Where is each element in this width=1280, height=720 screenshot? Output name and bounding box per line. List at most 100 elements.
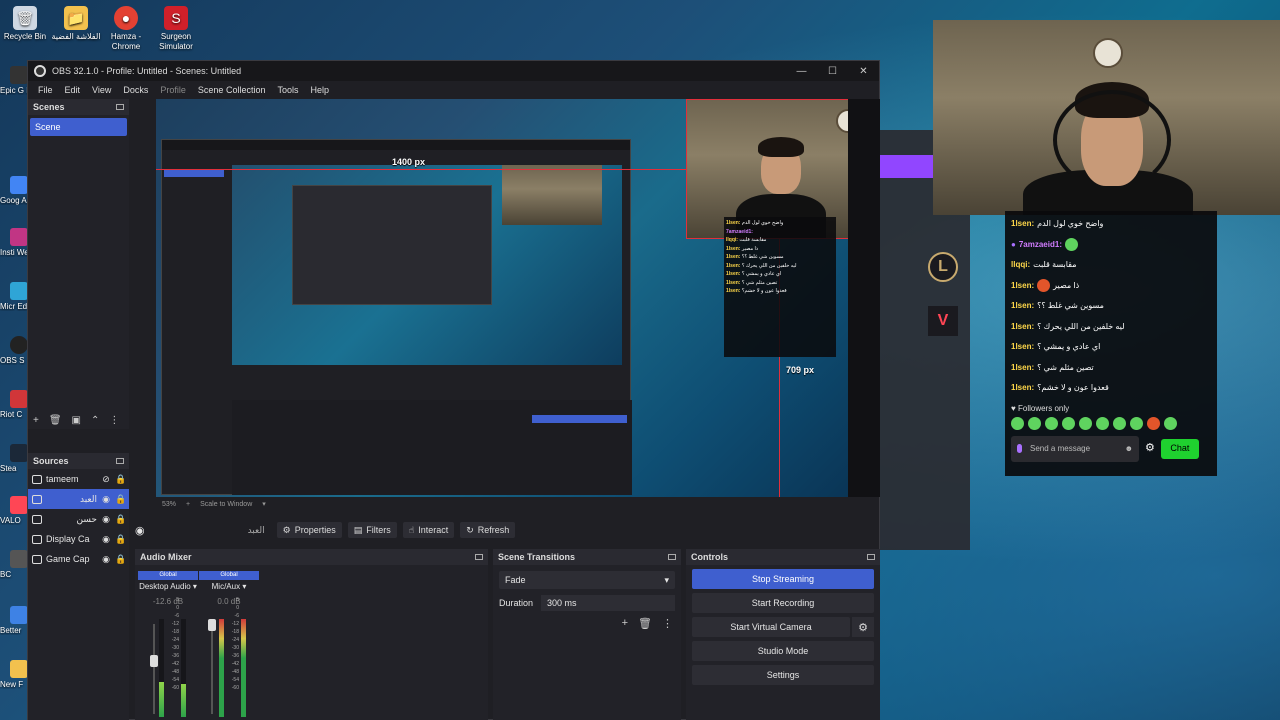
valorant-desktop-icon[interactable] <box>10 496 28 514</box>
desktop-icon-label: Insti Web <box>0 248 28 257</box>
tick: 5 <box>176 597 179 603</box>
zoom-in-icon[interactable]: + <box>186 501 190 508</box>
emote-icon[interactable] <box>1164 416 1177 430</box>
emote-icon[interactable] <box>1096 416 1109 430</box>
source-row[interactable]: العبد ◉ 🔒 <box>28 489 129 509</box>
studio-mode-button[interactable]: Studio Mode <box>692 641 874 661</box>
zoom-level[interactable]: 53% <box>162 501 176 508</box>
properties-button[interactable]: ⚙ Properties <box>276 522 342 538</box>
duration-input[interactable]: 300 ms <box>541 595 675 611</box>
menu-scene-collection[interactable]: Scene Collection <box>198 85 266 95</box>
menu-file[interactable]: File <box>38 85 53 95</box>
menu-view[interactable]: View <box>92 85 111 95</box>
eye-icon[interactable]: ◉ <box>101 514 111 525</box>
lock-icon[interactable]: 🔒 <box>115 474 126 485</box>
filter-icon[interactable]: ▣ <box>72 415 81 426</box>
emote-icon[interactable] <box>1045 416 1058 430</box>
level-meter <box>241 619 246 717</box>
volume-fader-desktop[interactable] <box>150 655 158 667</box>
transition-select[interactable]: Fade ▾ <box>499 571 675 589</box>
preview-area[interactable]: 1400 px 1lsen: واضح خوي لول الدم 7amzaei… <box>156 99 880 497</box>
channel-name[interactable]: Mic/Aux ▾ <box>199 582 259 591</box>
duration-value: 300 ms <box>547 598 577 608</box>
epic-games-icon[interactable] <box>10 66 28 84</box>
emote-icon[interactable] <box>1130 416 1143 430</box>
preview-canvas[interactable]: 1400 px 1lsen: واضح خوي لول الدم 7amzaei… <box>156 99 848 497</box>
lock-icon[interactable]: 🔒 <box>115 534 126 545</box>
filters-button[interactable]: ▤ Filters <box>347 522 397 538</box>
source-row[interactable]: tameem ⊘ 🔒 <box>28 469 129 489</box>
menu-docks[interactable]: Docks <box>123 85 148 95</box>
chat-text: ذا مصير <box>1053 280 1080 290</box>
minimize-icon[interactable]: — <box>786 66 817 77</box>
remove-scene-icon[interactable]: 🗑 <box>49 415 62 426</box>
fader-track[interactable] <box>211 624 213 714</box>
undock-icon[interactable] <box>116 104 124 110</box>
valorant-icon[interactable]: V <box>928 306 958 336</box>
move-up-icon[interactable]: ⌃ <box>91 415 99 426</box>
emoji-icon[interactable]: ☻ <box>1125 444 1133 453</box>
eye-icon[interactable]: ◉ <box>101 534 111 545</box>
add-icon[interactable]: + <box>622 617 628 630</box>
emote-icon[interactable] <box>1011 416 1024 430</box>
menu-help[interactable]: Help <box>310 85 329 95</box>
settings-button[interactable]: Settings <box>692 665 874 685</box>
steam-icon[interactable] <box>10 444 28 462</box>
nested-preview <box>232 165 622 365</box>
undock-icon[interactable] <box>867 554 875 560</box>
menu-profile[interactable]: Profile <box>160 85 186 95</box>
chevron-down-icon[interactable]: ▾ <box>262 500 266 508</box>
source-row[interactable]: Display Ca ◉ 🔒 <box>28 529 129 549</box>
better-discord-icon[interactable] <box>10 606 28 624</box>
source-row[interactable]: حسن ◉ 🔒 <box>28 509 129 529</box>
undock-icon[interactable] <box>668 554 676 560</box>
menu-edit[interactable]: Edit <box>65 85 81 95</box>
channel-name[interactable]: Desktop Audio ▾ <box>138 582 198 591</box>
obs-titlebar: OBS 32.1.0 - Profile: Untitled - Scenes:… <box>28 61 879 81</box>
obs-studio-icon[interactable] <box>10 336 28 354</box>
eye-icon[interactable]: ◉ <box>101 494 111 505</box>
gear-icon[interactable]: ⚙ <box>852 617 874 637</box>
volume-fader-mic[interactable] <box>208 619 216 631</box>
eye-icon[interactable]: ◉ <box>101 554 111 565</box>
desktop-icon-surgeon-simulator[interactable]: S Surgeon Simulator <box>146 6 206 52</box>
close-icon[interactable]: ✕ <box>848 66 879 77</box>
emote-icon[interactable] <box>1079 416 1092 430</box>
lock-icon[interactable]: 🔒 <box>115 554 126 565</box>
start-virtual-camera-button[interactable]: Start Virtual Camera <box>692 617 850 637</box>
maximize-icon[interactable]: ☐ <box>817 66 848 77</box>
menu-tools[interactable]: Tools <box>277 85 298 95</box>
stop-streaming-button[interactable]: Stop Streaming <box>692 569 874 589</box>
refresh-button[interactable]: ↻ Refresh <box>460 522 516 538</box>
chat-send-button[interactable]: Chat <box>1160 438 1199 459</box>
more-options-icon[interactable]: ⋮ <box>109 415 119 426</box>
chat-input[interactable]: Send a message ☻ <box>1011 435 1139 462</box>
emote-icon[interactable] <box>1113 416 1126 430</box>
add-scene-icon[interactable]: + <box>33 415 39 426</box>
league-of-legends-icon[interactable]: L <box>928 252 958 282</box>
emote-icon[interactable] <box>1062 416 1075 430</box>
interact-button[interactable]: ☝ Interact <box>402 522 455 538</box>
lock-icon[interactable]: 🔒 <box>115 514 126 525</box>
chat-text: ذا مصير <box>741 245 759 252</box>
fader-track[interactable] <box>153 624 155 714</box>
emote-icon[interactable] <box>1147 416 1160 430</box>
new-folder-icon[interactable] <box>10 660 28 678</box>
riot-client-icon[interactable] <box>10 390 28 408</box>
gear-icon[interactable]: ⚙ <box>1145 438 1155 459</box>
more-options-icon[interactable]: ⋮ <box>662 617 673 630</box>
google-assistant-icon[interactable] <box>10 176 28 194</box>
trash-icon[interactable]: 🗑 <box>638 617 652 630</box>
emote-icon[interactable] <box>1028 416 1041 430</box>
instagram-web-icon[interactable] <box>10 228 28 246</box>
source-row[interactable]: Game Cap ◉ 🔒 <box>28 549 129 569</box>
lock-icon[interactable]: 🔒 <box>115 494 126 505</box>
hidden-eye-icon[interactable]: ⊘ <box>101 474 111 485</box>
bc-icon[interactable] <box>10 550 28 568</box>
scene-item[interactable]: Scene <box>30 118 127 136</box>
start-recording-button[interactable]: Start Recording <box>692 593 874 613</box>
undock-icon[interactable] <box>116 458 124 464</box>
scale-mode[interactable]: Scale to Window <box>200 501 252 508</box>
undock-icon[interactable] <box>475 554 483 560</box>
edge-icon[interactable] <box>10 282 28 300</box>
